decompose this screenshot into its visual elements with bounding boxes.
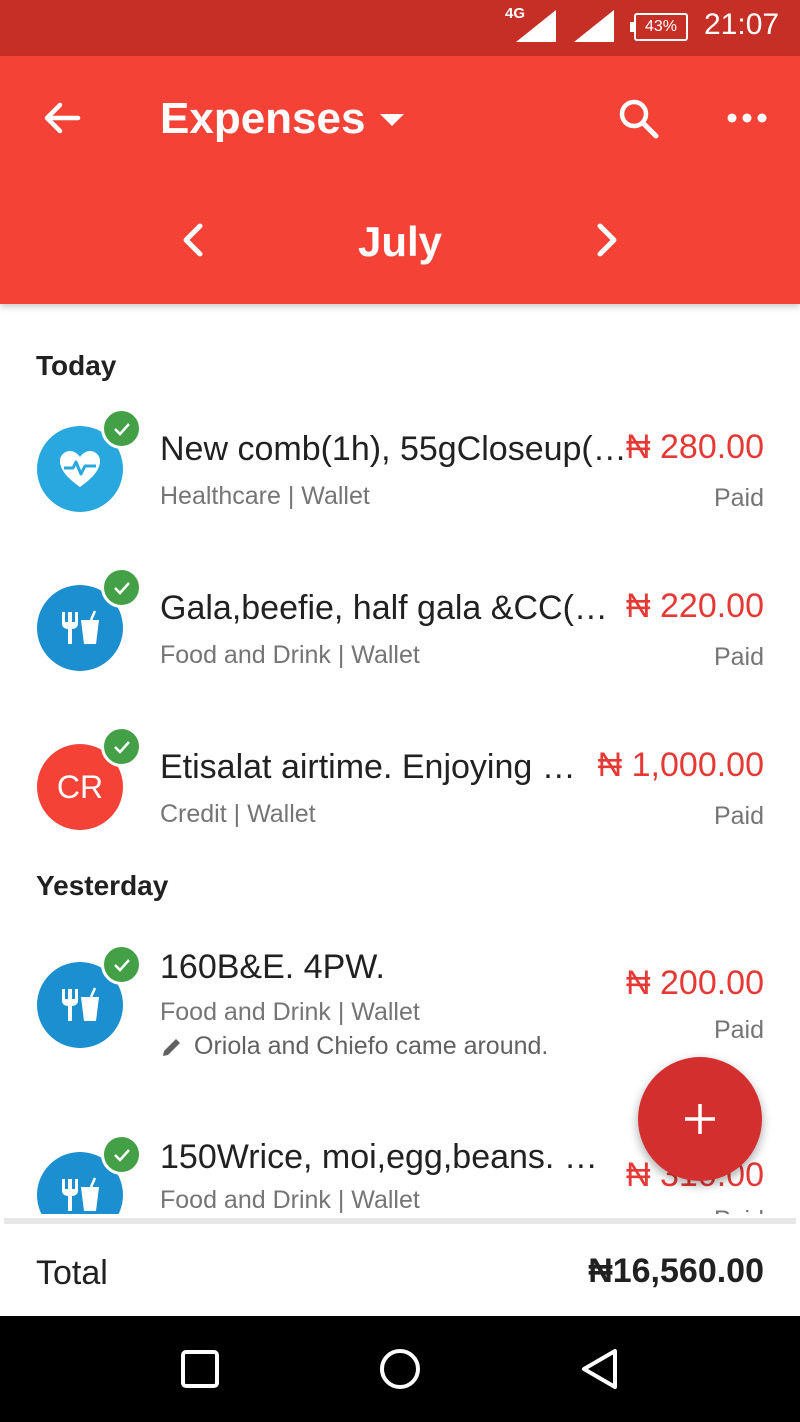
paid-check-icon: [101, 944, 142, 985]
transaction-amount: ₦ 220.00: [626, 587, 764, 625]
add-expense-button[interactable]: [638, 1057, 762, 1181]
more-options-icon[interactable]: [722, 98, 772, 138]
transaction-amount: ₦ 1,000.00: [597, 746, 764, 784]
total-label: Total: [36, 1254, 108, 1292]
transaction-row[interactable]: Gala,beefie, half gala &CC(C… Food and D…: [0, 567, 800, 717]
section-header-yesterday: Yesterday: [36, 870, 169, 901]
transaction-amount: ₦ 200.00: [626, 964, 764, 1002]
chevron-left-icon[interactable]: [172, 218, 216, 262]
caret-down-icon[interactable]: [378, 106, 406, 134]
transaction-title: Etisalat airtime. Enjoying t…: [160, 748, 580, 786]
total-amount: ₦16,560.00: [588, 1252, 764, 1290]
transaction-status: Paid: [713, 1016, 764, 1044]
transaction-status: Paid: [713, 643, 764, 671]
transaction-category: Food and Drink | Wallet: [160, 998, 420, 1026]
transaction-title: 160B&E. 4PW.: [160, 948, 385, 986]
transaction-category: Food and Drink | Wallet: [160, 641, 420, 669]
month-label: July: [357, 218, 443, 265]
status-bar: 4G 43% 21:07: [0, 0, 800, 56]
fork-drink-icon: [62, 610, 99, 644]
transaction-amount: ₦ 280.00: [626, 428, 764, 466]
search-icon[interactable]: [614, 94, 664, 144]
transaction-title: Gala,beefie, half gala &CC(C…: [160, 589, 628, 627]
fork-drink-icon: [62, 987, 99, 1021]
transaction-title: New comb(1h), 55gCloseup(…: [160, 430, 627, 468]
paid-check-icon: [101, 726, 142, 767]
app-bar: Expenses July: [0, 56, 800, 304]
heart-pulse-icon: [60, 451, 100, 487]
signal-icon: [574, 10, 614, 42]
transaction-note: Oriola and Chiefo came around.: [160, 1032, 548, 1061]
back-arrow-icon[interactable]: [38, 94, 86, 142]
transaction-note-text: Oriola and Chiefo came around.: [194, 1032, 549, 1060]
paid-check-icon: [101, 1134, 142, 1175]
transaction-category: Healthcare | Wallet: [160, 482, 370, 510]
transaction-category: Credit | Wallet: [160, 800, 316, 828]
transaction-status: Paid: [713, 802, 764, 830]
system-nav-bar: [0, 1316, 800, 1422]
total-bar: Total ₦16,560.00: [4, 1218, 796, 1316]
section-header-today: Today: [36, 350, 117, 381]
fork-drink-icon: [62, 1177, 99, 1211]
page-title[interactable]: Expenses: [160, 94, 365, 144]
home-icon[interactable]: [377, 1346, 423, 1392]
transaction-status: Paid: [713, 484, 764, 512]
signal-icon: [516, 10, 556, 42]
transaction-row[interactable]: New comb(1h), 55gCloseup(… Healthcare | …: [0, 408, 800, 558]
chevron-right-icon[interactable]: [584, 218, 628, 262]
transaction-status: Paid: [714, 1206, 764, 1214]
back-nav-icon[interactable]: [577, 1346, 623, 1392]
transaction-category: Food and Drink | Wallet: [160, 1186, 420, 1214]
recent-apps-icon[interactable]: [177, 1346, 223, 1392]
plus-icon: [685, 1104, 715, 1134]
transaction-row[interactable]: CR Etisalat airtime. Enjoying t… Credit …: [0, 726, 800, 876]
transaction-title: 150Wrice, moi,egg,beans. 1…: [160, 1138, 610, 1176]
battery-indicator: 43%: [630, 13, 688, 41]
pencil-icon: [163, 1038, 180, 1056]
paid-check-icon: [101, 567, 142, 608]
clock: 21:07: [704, 8, 780, 41]
paid-check-icon: [101, 408, 142, 449]
